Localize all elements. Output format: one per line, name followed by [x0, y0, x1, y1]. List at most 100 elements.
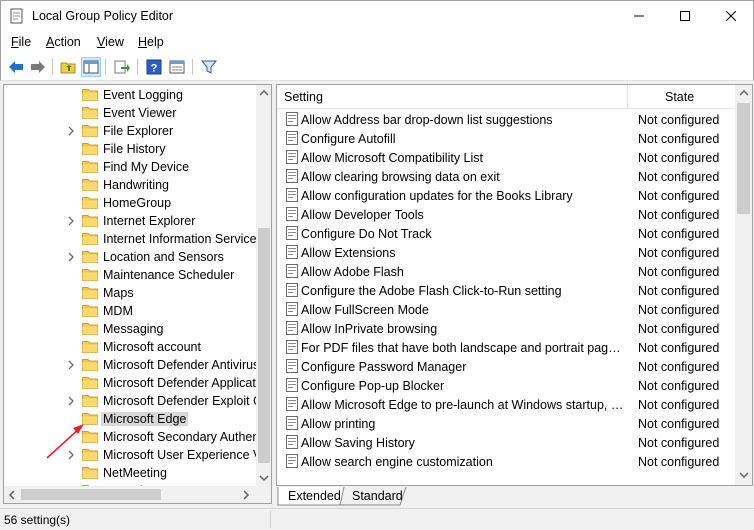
minimize-button[interactable] [616, 1, 662, 31]
tree-item-label: Microsoft Secondary Authentication Facto… [103, 430, 271, 444]
tree-item[interactable]: Event Viewer [4, 104, 264, 122]
setting-row[interactable]: Allow printing Not configured [277, 414, 734, 433]
setting-name: Configure Pop-up Blocker [301, 379, 445, 393]
setting-row[interactable]: Allow Extensions Not configured [277, 243, 734, 262]
chevron-right-icon[interactable] [66, 359, 76, 371]
setting-row[interactable]: Allow Microsoft Compatibility List Not co… [277, 148, 734, 167]
policy-setting-icon [286, 112, 298, 126]
setting-row[interactable]: Allow Developer Tools Not configured [277, 205, 734, 224]
setting-row[interactable]: Allow InPrivate browsing Not configured [277, 319, 734, 338]
setting-row[interactable]: Allow search engine customization Not con… [277, 452, 734, 471]
tree-item-label: Messaging [103, 322, 164, 336]
setting-row[interactable]: Allow Saving History Not configured [277, 433, 734, 452]
scroll-up-arrow-icon[interactable] [739, 89, 749, 97]
column-header-state[interactable]: State [665, 90, 694, 104]
tree-item[interactable]: File History [4, 140, 264, 158]
tree-item[interactable]: HomeGroup [4, 194, 264, 212]
tree-item[interactable]: Maps [4, 284, 264, 302]
tree-item[interactable]: Microsoft account [4, 338, 264, 356]
list-vscroll-thumb[interactable] [737, 103, 750, 214]
folder-icon [82, 197, 98, 209]
setting-state: Not configured [638, 189, 720, 203]
setting-row[interactable]: Configure the Adobe Flash Click-to-Run s… [277, 281, 734, 300]
policy-setting-icon [286, 283, 298, 297]
tree-item[interactable]: Messaging [4, 320, 264, 338]
tree-item[interactable]: MDM [4, 302, 264, 320]
settings-list[interactable]: Setting State Allow Address bar drop-dow… [276, 84, 753, 486]
setting-row[interactable]: Allow Address bar drop-down list suggest… [277, 110, 734, 129]
policy-setting-icon [286, 340, 298, 354]
tree-item[interactable]: Event Logging [4, 86, 264, 104]
setting-row[interactable]: Configure Do Not Track Not configured [277, 224, 734, 243]
export-list-button[interactable] [112, 57, 132, 77]
setting-row[interactable]: Allow clearing browsing data on exit Not … [277, 167, 734, 186]
help-icon: ? [146, 59, 162, 75]
help-button[interactable]: ? [144, 57, 164, 77]
tree-item[interactable]: File Explorer [4, 122, 264, 140]
tree-vscroll-thumb[interactable] [258, 228, 270, 463]
tab-extended[interactable]: Extended [288, 487, 341, 506]
close-button[interactable] [708, 1, 754, 31]
folder-icon [82, 305, 98, 317]
filter-button[interactable] [199, 57, 219, 77]
tree-item[interactable]: Internet Explorer [4, 212, 264, 230]
tree-item[interactable]: Handwriting [4, 176, 264, 194]
forward-button[interactable] [28, 57, 48, 77]
tree-item-label: Microsoft User Experience Virtualization [103, 448, 271, 462]
setting-name: Allow configuration updates for the Book… [301, 189, 573, 203]
up-folder-button[interactable] [58, 57, 78, 77]
scroll-up-arrow-icon[interactable] [259, 89, 269, 97]
tree-item[interactable]: NetMeeting [4, 464, 264, 482]
menu-file[interactable]: File [11, 35, 31, 49]
maximize-button[interactable] [662, 1, 708, 31]
setting-name: Allow InPrivate browsing [301, 322, 438, 336]
setting-row[interactable]: Allow configuration updates for the Book… [277, 186, 734, 205]
tree-item[interactable]: Microsoft Defender Antivirus [4, 356, 264, 374]
setting-name: Allow Microsoft Compatibility List [301, 151, 483, 165]
chevron-right-icon[interactable] [66, 251, 76, 263]
setting-name: Allow Microsoft Edge to pre-launch at Wi… [301, 398, 627, 412]
setting-row[interactable]: Allow FullScreen Mode Not configured [277, 300, 734, 319]
scroll-down-arrow-icon[interactable] [739, 471, 749, 479]
setting-row[interactable]: Allow Microsoft Edge to pre-launch at Wi… [277, 395, 734, 414]
folder-icon [82, 233, 98, 245]
tree-item[interactable]: Location and Sensors [4, 248, 264, 266]
tree-horizontal-scrollbar[interactable] [4, 486, 271, 503]
tab-standard[interactable]: Standard [352, 487, 403, 506]
setting-row[interactable]: Configure Autofill Not configured [277, 129, 734, 148]
menu-action[interactable]: Action [46, 35, 81, 49]
tree-vertical-scrollbar[interactable] [256, 85, 271, 486]
tree-hscroll-thumb[interactable] [21, 489, 161, 500]
setting-state: Not configured [638, 360, 720, 374]
folder-icon [82, 215, 98, 227]
column-header-setting[interactable]: Setting [284, 90, 323, 104]
scroll-right-arrow-icon[interactable] [242, 490, 250, 500]
policy-setting-icon [286, 169, 298, 183]
policy-setting-icon [286, 131, 298, 145]
chevron-right-icon[interactable] [66, 395, 76, 407]
chevron-right-icon[interactable] [66, 215, 76, 227]
tree-item[interactable]: Microsoft Defender Exploit Guard [4, 392, 271, 410]
policy-setting-icon [286, 416, 298, 430]
show-hide-tree-button[interactable] [81, 57, 101, 77]
tree-item[interactable]: Internet Information Services [4, 230, 264, 248]
setting-state: Not configured [638, 113, 720, 127]
setting-row[interactable]: Allow Adobe Flash Not configured [277, 262, 734, 281]
menu-help[interactable]: Help [138, 35, 164, 49]
setting-state: Not configured [638, 303, 720, 317]
setting-row[interactable]: For PDF files that have both landscape a… [277, 338, 734, 357]
chevron-right-icon[interactable] [66, 125, 76, 137]
scroll-down-arrow-icon[interactable] [259, 474, 269, 482]
scroll-left-arrow-icon[interactable] [8, 490, 16, 500]
list-vertical-scrollbar[interactable] [735, 85, 752, 485]
toolbar: ? [0, 53, 754, 81]
back-button[interactable] [6, 57, 26, 77]
properties-button[interactable] [167, 57, 187, 77]
tree-item[interactable]: Maintenance Scheduler [4, 266, 264, 284]
tree-item[interactable]: Microsoft Defender Application Guard [4, 374, 271, 392]
setting-row[interactable]: Configure Pop-up Blocker Not configured [277, 376, 734, 395]
tree-item[interactable]: Find My Device [4, 158, 264, 176]
setting-row[interactable]: Configure Password Manager Not configured [277, 357, 734, 376]
menu-view[interactable]: View [97, 35, 124, 49]
status-setting-count: 56 setting(s) [4, 513, 71, 527]
